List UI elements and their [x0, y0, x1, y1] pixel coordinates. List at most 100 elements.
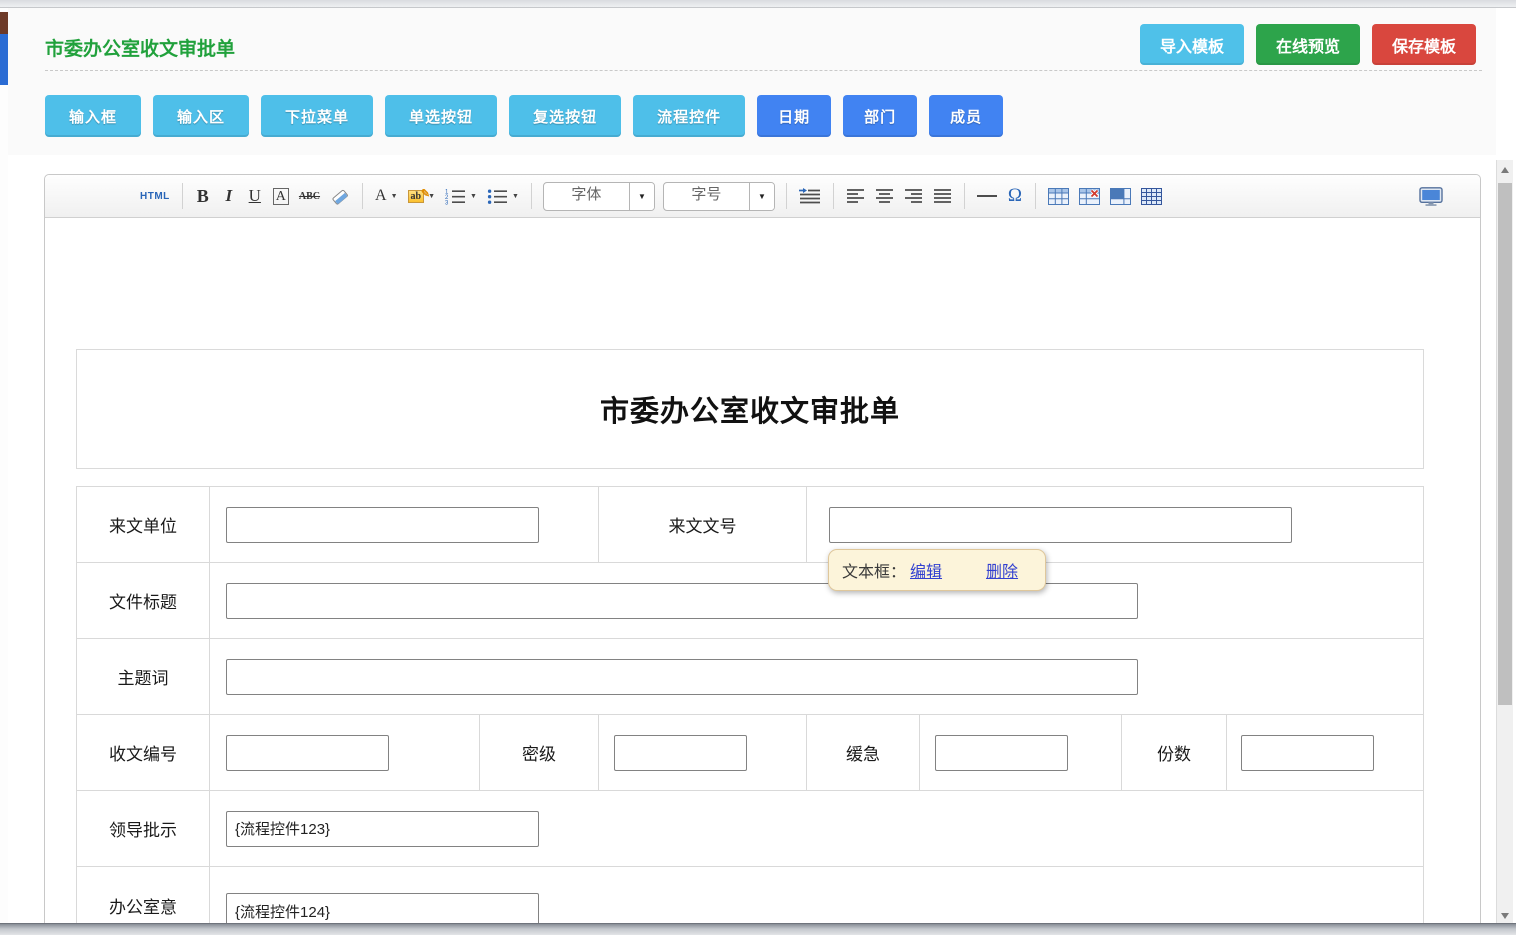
unordered-list-button[interactable]: ▼	[483, 181, 523, 211]
table-properties-icon	[1141, 188, 1162, 205]
align-right-button[interactable]	[900, 181, 927, 211]
label-urgency: 缓急	[807, 715, 920, 790]
toolbar-separator	[1035, 183, 1036, 209]
dotted-divider	[45, 70, 1482, 71]
edit-field-link[interactable]: 编辑	[910, 558, 942, 582]
table-properties-button[interactable]	[1137, 181, 1166, 211]
table-icon	[1048, 188, 1069, 205]
label-subject-words: 主题词	[77, 639, 210, 714]
vertical-scrollbar[interactable]	[1496, 160, 1513, 935]
cell-copies	[1227, 715, 1423, 790]
merge-cells-button[interactable]	[1106, 181, 1135, 211]
secrecy-level-input[interactable]	[614, 735, 747, 771]
cell-doc-title	[210, 563, 1423, 638]
toolbar-separator	[833, 183, 834, 209]
widget-button-radio[interactable]: 单选按钮	[385, 95, 497, 137]
widget-button-date[interactable]: 日期	[757, 95, 831, 137]
font-family-select[interactable]: 字体 ▼	[543, 182, 655, 211]
window-left-edge	[0, 8, 8, 935]
scrollbar-thumb[interactable]	[1498, 183, 1512, 705]
leader-comments-flow-control[interactable]	[226, 811, 539, 847]
table-row: 来文单位 来文文号	[77, 487, 1423, 563]
align-justify-button[interactable]	[929, 181, 956, 211]
save-template-button[interactable]: 保存模板	[1372, 24, 1476, 65]
cell-leader-comments	[210, 791, 1423, 866]
italic-button[interactable]: I	[217, 181, 241, 211]
toolbar-separator	[362, 183, 363, 209]
source-code-button[interactable]: HTML	[136, 181, 174, 211]
label-receipt-number: 收文编号	[77, 715, 210, 790]
label-leader-comments: 领导批示	[77, 791, 210, 866]
insert-table-button[interactable]	[1044, 181, 1073, 211]
source-unit-input[interactable]	[226, 507, 539, 543]
urgency-input[interactable]	[935, 735, 1068, 771]
horizontal-rule-button[interactable]	[973, 181, 1001, 211]
align-right-icon	[904, 188, 923, 204]
receipt-number-input[interactable]	[226, 735, 389, 771]
unordered-list-icon	[487, 188, 508, 205]
widget-button-dropdown[interactable]: 下拉菜单	[261, 95, 373, 137]
rich-text-editor: HTML B I U A ABC A ▼	[44, 174, 1481, 935]
fullscreen-button[interactable]	[1415, 181, 1447, 211]
widget-button-row: 输入框 输入区 下拉菜单 单选按钮 复选按钮 流程控件 日期 部门 成员	[45, 95, 1003, 137]
form-title: 市委办公室收文审批单	[600, 388, 900, 430]
indent-button[interactable]	[795, 181, 825, 211]
table-row: 领导批示	[77, 791, 1423, 867]
cell-secrecy	[599, 715, 807, 790]
svg-text:3: 3	[445, 200, 449, 205]
label-source-unit: 来文单位	[77, 487, 210, 562]
widget-button-input-box[interactable]: 输入框	[45, 95, 141, 137]
scrollbar-up-arrow[interactable]	[1501, 167, 1509, 173]
chevron-down-icon[interactable]: ▼	[749, 183, 774, 210]
font-color-button[interactable]: A ▼	[371, 181, 402, 211]
widget-button-textarea[interactable]: 输入区	[153, 95, 249, 137]
bold-button[interactable]: B	[191, 181, 215, 211]
align-justify-icon	[933, 188, 952, 204]
widget-button-member[interactable]: 成员	[929, 95, 1003, 137]
align-left-icon	[846, 188, 865, 204]
subject-words-input[interactable]	[226, 659, 1138, 695]
field-action-tooltip: 文本框： 编辑 删除	[828, 549, 1046, 591]
preview-online-button[interactable]: 在线预览	[1256, 24, 1360, 65]
remove-format-button[interactable]	[326, 181, 354, 211]
editor-canvas[interactable]: 市委办公室收文审批单 来文单位 来文文号 文件标题	[45, 218, 1480, 934]
ordered-list-button[interactable]: 1 2 3 ▼	[441, 181, 481, 211]
font-size-select[interactable]: 字号 ▼	[663, 182, 775, 211]
label-doc-number: 来文文号	[599, 487, 807, 562]
label-secrecy: 密级	[480, 715, 599, 790]
delete-field-link[interactable]: 删除	[986, 558, 1018, 582]
highlight-icon: ab	[408, 190, 425, 203]
cell-urgency	[920, 715, 1122, 790]
toolbar-separator	[531, 183, 532, 209]
align-center-button[interactable]	[871, 181, 898, 211]
window-top-edge	[0, 0, 1516, 8]
chevron-down-icon: ▼	[512, 193, 519, 200]
char-border-button[interactable]: A	[269, 181, 293, 211]
editor-toolbar: HTML B I U A ABC A ▼	[45, 175, 1480, 218]
eraser-icon	[330, 188, 350, 205]
widget-button-flow-control[interactable]: 流程控件	[633, 95, 745, 137]
widget-button-department[interactable]: 部门	[843, 95, 917, 137]
background-page-sliver-red	[0, 12, 8, 34]
toolbar-separator	[964, 183, 965, 209]
chevron-down-icon[interactable]: ▼	[629, 183, 654, 210]
cell-subject-words	[210, 639, 1423, 714]
chevron-down-icon: ▼	[470, 193, 477, 200]
delete-table-button[interactable]	[1075, 181, 1104, 211]
special-char-button[interactable]: Ω	[1003, 181, 1027, 211]
copies-input[interactable]	[1241, 735, 1374, 771]
import-template-button[interactable]: 导入模板	[1140, 24, 1244, 65]
cell-source-unit	[210, 487, 599, 562]
toolbar-separator	[182, 183, 183, 209]
indent-icon	[799, 188, 821, 205]
strikethrough-button[interactable]: ABC	[295, 181, 324, 211]
highlight-color-button[interactable]: ab ▼	[404, 181, 440, 211]
align-left-button[interactable]	[842, 181, 869, 211]
widget-button-checkbox[interactable]: 复选按钮	[509, 95, 621, 137]
template-editor-panel: 市委办公室收文审批单 导入模板 在线预览 保存模板 输入框 输入区 下拉菜单 单…	[8, 8, 1496, 935]
header-actions: 导入模板 在线预览 保存模板	[1140, 24, 1476, 65]
doc-number-input[interactable]	[829, 507, 1292, 543]
font-family-value: 字体	[544, 183, 629, 210]
underline-button[interactable]: U	[243, 181, 267, 211]
scrollbar-down-arrow[interactable]	[1501, 913, 1509, 919]
